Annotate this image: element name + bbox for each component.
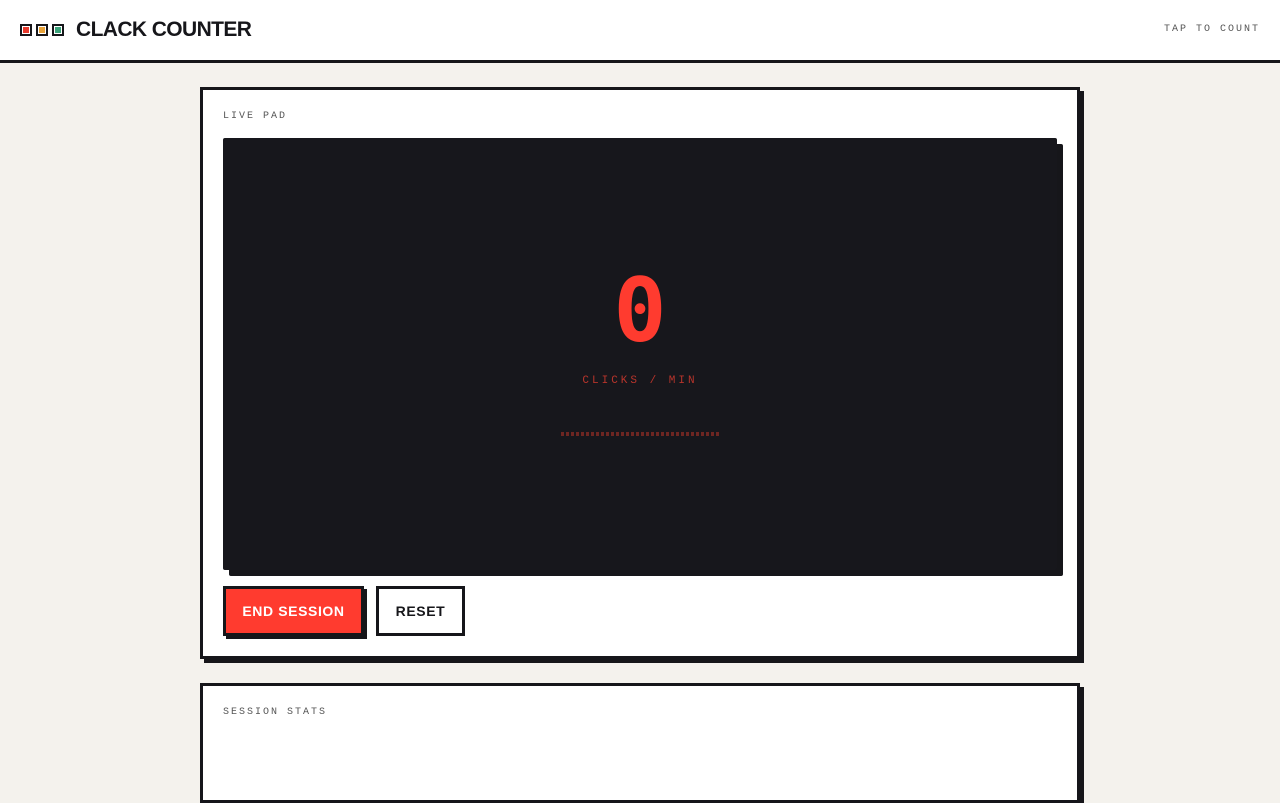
live-pad-label: LIVE PAD <box>223 111 288 122</box>
end-session-button[interactable]: END SESSION <box>223 586 364 636</box>
click-pad[interactable]: 0 CLICKS / MIN <box>223 138 1057 570</box>
logo-icon <box>20 24 64 36</box>
live-pad-card: LIVE PAD 0 CLICKS / MIN END SESSION RESE… <box>200 87 1080 659</box>
session-stats-label: SESSION STATS <box>223 707 328 718</box>
tap-hint: TAP TO COUNT <box>1163 24 1260 35</box>
logo-square-green <box>52 24 64 36</box>
session-stats-card: SESSION STATS <box>200 683 1080 803</box>
click-rate-value: 0 <box>613 259 667 362</box>
app-title: CLACK COUNTER <box>76 18 252 41</box>
logo-square-red <box>20 24 32 36</box>
top-bar: CLACK COUNTER TAP TO COUNT <box>0 0 1280 63</box>
logo-square-orange <box>36 24 48 36</box>
click-rate-unit: CLICKS / MIN <box>582 375 698 387</box>
reset-button[interactable]: RESET <box>376 586 465 636</box>
rate-meter <box>561 432 719 436</box>
